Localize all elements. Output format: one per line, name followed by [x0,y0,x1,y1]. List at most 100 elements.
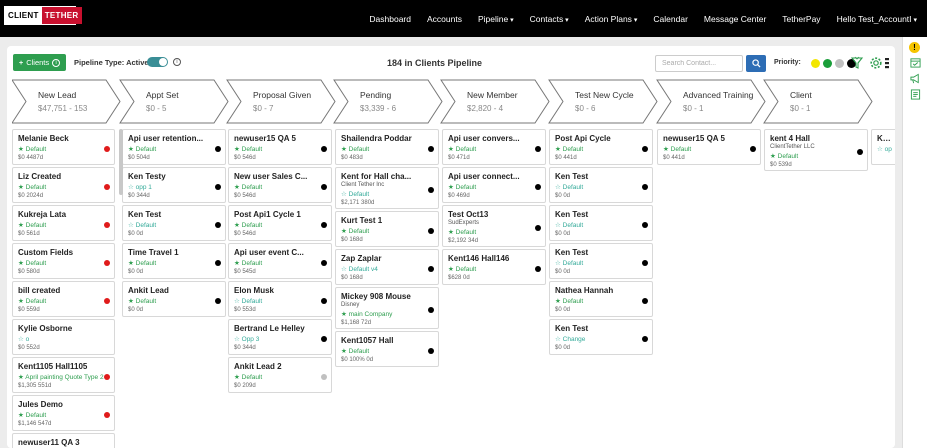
contact-name[interactable]: Mickey 908 Mouse [341,292,434,301]
contact-card[interactable]: Kent for Hall cha... Client Tether Inc ☆ D… [335,167,439,209]
contact-name[interactable]: Kent146 Hall146 [448,254,541,263]
priority-dot[interactable] [428,187,434,193]
priority-dot[interactable] [321,260,327,266]
pipeline-type-toggle[interactable] [147,57,168,67]
priority-dot[interactable] [321,146,327,152]
stage-proposal-given[interactable]: Proposal Given $0 - 7 [253,79,311,124]
stage-client[interactable]: Client $0 - 1 [790,79,812,124]
priority-dot[interactable] [215,146,221,152]
add-clients-button[interactable]: + Clients i [13,54,66,71]
contact-card[interactable]: Test Oct13 SudExperts ★ Default $2,192 34d [442,205,546,247]
priority-dot[interactable] [321,374,327,380]
stage-advanced-training[interactable]: Advanced Training $0 - 1 [683,79,753,124]
contact-name[interactable]: Kent1057 Hall [341,336,434,345]
contact-name[interactable]: Ken Testy [128,172,221,181]
info-icon[interactable]: i [52,58,61,67]
megaphone-icon[interactable] [909,73,921,84]
contact-name[interactable]: Api user event C... [234,248,327,257]
stage-pending[interactable]: Pending $3,339 - 6 [360,79,396,124]
contact-name[interactable]: newuser15 QA 5 [663,134,756,143]
contact-name[interactable]: Ken Test [555,172,648,181]
priority-dot[interactable] [104,146,110,152]
contact-name[interactable]: Kylie Osborne [18,324,110,333]
contact-card[interactable]: Liz Created ★ Default $0 2024d [12,167,115,203]
priority-dot[interactable] [104,298,110,304]
contact-name[interactable]: bill created [18,286,110,295]
contact-name[interactable]: Kurt Test 1 [341,216,434,225]
contact-name[interactable]: kent 4 Hall [770,134,863,143]
contact-name[interactable]: Ankit Lead 2 [234,362,327,371]
nav-item-hello-test-accounti[interactable]: Hello Test_AccountI [837,14,917,24]
contact-name[interactable]: Time Travel 1 [128,248,221,257]
stage-new-lead[interactable]: New Lead $47,751 - 153 [38,79,87,124]
contact-card[interactable]: Time Travel 1 ★ Default $0 0d [122,243,226,279]
contact-name[interactable]: Ken Test [555,324,648,333]
filter-funnel-icon[interactable] [850,56,864,70]
priority-dot[interactable] [428,307,434,313]
priority-dot[interactable] [750,146,756,152]
contact-card[interactable]: Shailendra Poddar ★ Default $0 483d [335,129,439,165]
contact-name[interactable]: Kent for Hall cha... [341,172,434,181]
priority-dot[interactable] [104,260,110,266]
contact-name[interactable]: Elon Musk [234,286,327,295]
priority-dot[interactable] [535,266,541,272]
contact-card[interactable]: Kurt Test 1 ★ Default $0 168d [335,211,439,247]
contact-name[interactable]: Kent1105 Hall1105 [18,362,110,371]
priority-dot[interactable] [321,336,327,342]
column-scrollbar[interactable] [119,129,123,195]
search-button[interactable] [746,55,766,72]
contact-name[interactable]: Kukreja Lata [18,210,110,219]
stage-appt-set[interactable]: Appt Set $0 - 5 [146,79,179,124]
priority-dot[interactable] [104,222,110,228]
contact-card[interactable]: Jules Demo ★ Default $1,146 547d [12,395,115,431]
contact-card[interactable]: Melanie Beck ★ Default $0 4487d [12,129,115,165]
priority-dot[interactable] [428,228,434,234]
contact-card[interactable]: Nathea Hannah ★ Default $0 0d [549,281,653,317]
contact-name[interactable]: Nathea Hannah [555,286,648,295]
contact-card[interactable]: Ken Test ☆ Default $0 0d [122,205,226,241]
contact-card[interactable]: Api user event C... ★ Default $0 545d [228,243,332,279]
priority-dot[interactable] [104,412,110,418]
clienttether-logo[interactable]: CLIENT TETHER [4,6,82,25]
priority-dot[interactable] [642,184,648,190]
priority-filter-dot[interactable] [811,59,820,68]
nav-item-pipeline[interactable]: Pipeline [478,14,514,24]
priority-dot[interactable] [104,374,110,380]
nav-item-contacts[interactable]: Contacts [530,14,569,24]
contact-name[interactable]: Ken Test [555,248,648,257]
settings-gear-icon[interactable] [869,56,883,70]
contact-name[interactable]: Zap Zaplar [341,254,434,263]
nav-item-tetherpay[interactable]: TetherPay [782,14,820,24]
contact-card[interactable]: Ken Test ☆ Default $0 0d [549,205,653,241]
contact-name[interactable]: Ken [877,134,895,143]
contact-card[interactable]: Kent1057 Hall ★ Default $0 100% 0d [335,331,439,367]
priority-dot[interactable] [642,146,648,152]
contact-card[interactable]: Zap Zaplar ☆ Default v4 $0 168d [335,249,439,285]
priority-filter-dot[interactable] [835,59,844,68]
contact-card[interactable]: Ken Test ☆ Change $0 0d [549,319,653,355]
contact-card[interactable]: Elon Musk ☆ Default $0 553d [228,281,332,317]
stage-chevron[interactable] [763,79,873,124]
report-icon[interactable] [909,89,921,100]
contact-card[interactable]: kent 4 Hall ClientTether LLC ★ Default $0 5… [764,129,868,171]
contact-card[interactable]: Ankit Lead 2 ★ Default $0 209d [228,357,332,393]
priority-dot[interactable] [642,260,648,266]
contact-card[interactable]: Api user connect... ★ Default $0 469d [442,167,546,203]
pipeline-type-info-icon[interactable]: i [173,58,181,66]
priority-dot[interactable] [642,298,648,304]
contact-name[interactable]: Post Api1 Cycle 1 [234,210,327,219]
nav-item-action-plans[interactable]: Action Plans [585,14,638,24]
contact-card[interactable]: newuser11 QA 3 [12,433,115,448]
priority-dot[interactable] [321,298,327,304]
contact-card[interactable]: Api user convers... ★ Default $0 471d [442,129,546,165]
nav-item-calendar[interactable]: Calendar [653,14,688,24]
contact-name[interactable]: Custom Fields [18,248,110,257]
contact-name[interactable]: Ankit Lead [128,286,221,295]
priority-dot[interactable] [215,298,221,304]
priority-dot[interactable] [428,266,434,272]
priority-dot[interactable] [104,184,110,190]
priority-dot[interactable] [535,146,541,152]
contact-card[interactable]: Kent1105 Hall1105 ★ April painting Quote … [12,357,115,393]
contact-card[interactable]: Ankit Lead ★ Default $0 0d [122,281,226,317]
more-options-icon[interactable] [884,56,890,70]
